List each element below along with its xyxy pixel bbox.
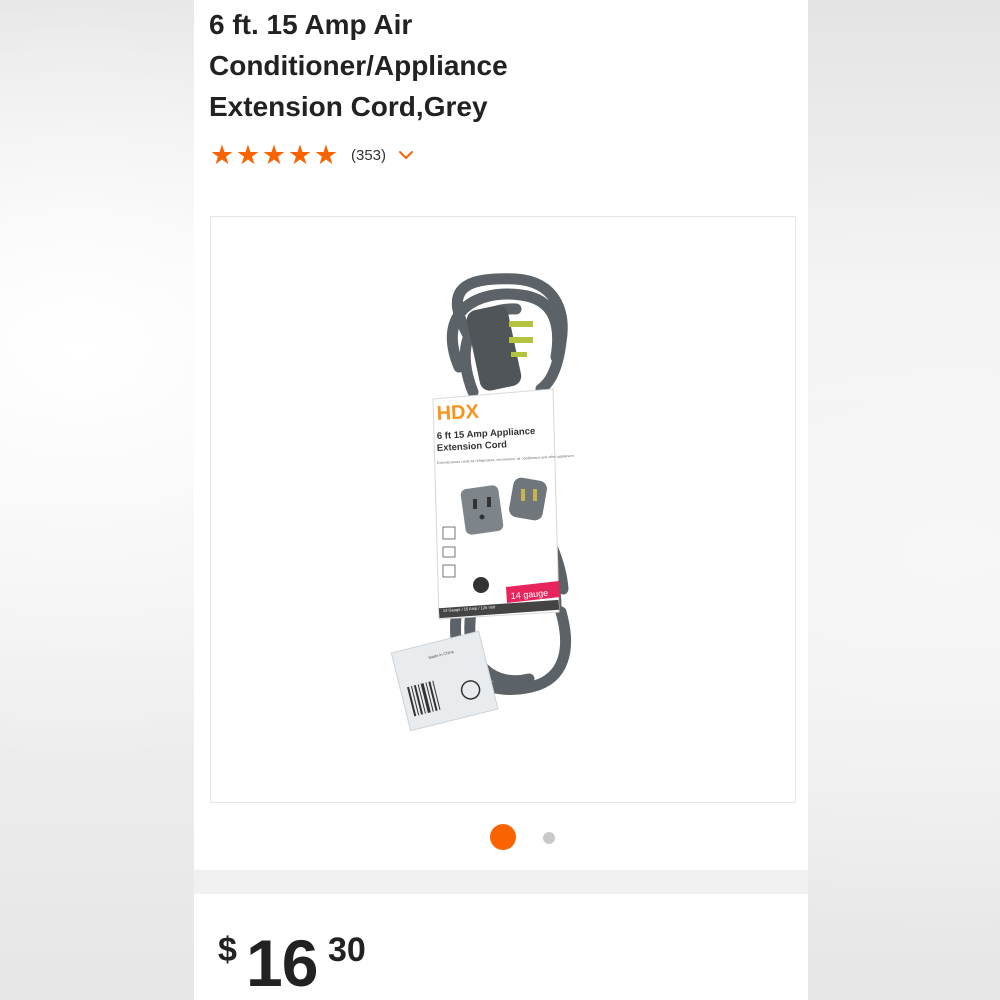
product-image-container[interactable]: HDX 6 ft 15 Amp Appliance Extension Cord… xyxy=(210,216,796,803)
price-currency: $ xyxy=(218,931,237,969)
star-icon: ★ xyxy=(209,139,235,170)
product-title: 6 ft. 15 Amp Air Conditioner/Appliance E… xyxy=(209,9,508,122)
carousel-dots xyxy=(194,824,808,850)
section-divider xyxy=(194,870,808,894)
carousel-dot-active[interactable] xyxy=(490,824,516,850)
review-count[interactable]: (353) xyxy=(351,147,386,164)
rating-summary[interactable]: ★ ★ ★ ★ ★ (353) xyxy=(209,140,414,170)
package-brand: HDX xyxy=(436,401,480,425)
star-rating: ★ ★ ★ ★ ★ xyxy=(209,139,339,170)
price-cents: 30 xyxy=(328,931,366,969)
star-icon: ★ xyxy=(261,139,287,170)
plug-top xyxy=(466,305,533,391)
star-icon: ★ xyxy=(287,139,313,170)
price-dollars: 16 xyxy=(246,926,318,1000)
star-icon: ★ xyxy=(235,139,261,170)
product-page: 6 ft. 15 Amp Air Conditioner/Appliance E… xyxy=(194,0,808,1000)
star-icon: ★ xyxy=(313,139,339,170)
carousel-dot[interactable] xyxy=(543,832,555,844)
chevron-down-icon[interactable] xyxy=(398,147,414,163)
product-image: HDX 6 ft 15 Amp Appliance Extension Cord… xyxy=(390,273,574,732)
package-card: HDX 6 ft 15 Amp Appliance Extension Cord… xyxy=(432,388,574,620)
hang-tag: Made in China xyxy=(390,630,499,732)
